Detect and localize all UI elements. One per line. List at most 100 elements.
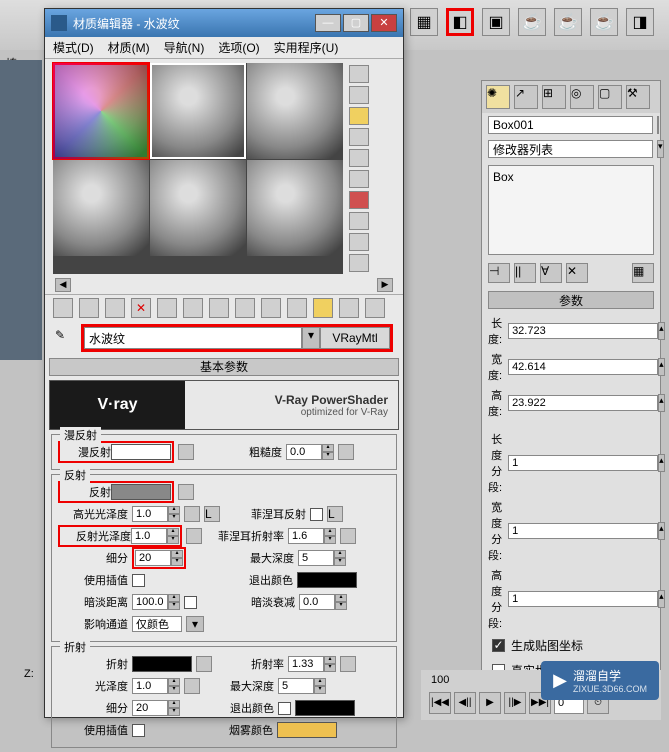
top-tool-3[interactable]: ▣ [482,8,510,36]
max-depth-input[interactable] [298,550,334,566]
titlebar[interactable]: 材质编辑器 - 水波纹 — ▢ ✕ [45,9,403,37]
dim-dist-input[interactable] [132,594,168,610]
top-tool-4[interactable]: ☕ [518,8,546,36]
top-tool-6[interactable]: ☕ [590,8,618,36]
tool-copy[interactable] [157,298,177,318]
roughness-down[interactable]: ▾ [322,452,334,460]
hilight-map[interactable] [184,506,200,522]
side-tool-material-map[interactable] [349,191,369,209]
exit-color[interactable] [297,572,357,588]
r-use-interp-check[interactable] [132,724,145,737]
top-tool-1[interactable]: ▦ [410,8,438,36]
dim-dist-check[interactable] [184,596,197,609]
affect-select[interactable] [132,616,182,632]
fresnel-check[interactable] [310,508,323,521]
object-name-input[interactable] [488,116,653,134]
modifier-stack[interactable]: Box [488,165,654,255]
basic-params-header[interactable]: 基本参数 [49,358,399,376]
gen-uv-check[interactable]: ✓ [492,639,505,652]
tool-show-map[interactable] [261,298,281,318]
prev-frame[interactable]: ◀|| [454,692,476,714]
lseg-input[interactable] [508,455,658,471]
subdiv-input[interactable] [135,550,171,566]
tool-show-end[interactable] [287,298,307,318]
r-subdiv-input[interactable] [132,700,168,716]
tab-display[interactable]: ▢ [598,85,622,109]
side-tool-video[interactable] [349,149,369,167]
scroll-left[interactable]: ◀ [55,278,71,292]
r-gloss-input[interactable] [132,678,168,694]
stack-unique[interactable]: ∀ [540,263,562,283]
modifier-list[interactable] [488,140,653,158]
tool-put[interactable] [79,298,99,318]
use-interp-check[interactable] [132,574,145,587]
diffuse-map[interactable] [178,444,194,460]
stack-item-box[interactable]: Box [493,170,514,184]
menu-utilities[interactable]: 实用程序(U) [274,39,339,56]
menu-material[interactable]: 材质(M) [108,39,150,56]
tool-pick[interactable] [365,298,385,318]
stack-config[interactable]: ▦ [632,263,654,283]
side-tool-sample[interactable] [349,65,369,83]
width-input[interactable] [508,359,658,375]
height-input[interactable] [508,395,658,411]
material-slot-1[interactable] [53,63,149,159]
side-tool-background[interactable] [349,107,369,125]
r-gloss-map[interactable] [184,678,200,694]
tab-modify[interactable]: ↗ [514,85,538,109]
maximize-button[interactable]: ▢ [343,14,369,32]
refract-map[interactable] [196,656,212,672]
r-exit-check[interactable] [278,702,291,715]
r-exit-color[interactable] [295,700,355,716]
tool-assign[interactable] [105,298,125,318]
stack-show[interactable]: || [514,263,536,283]
side-tool-10[interactable] [349,254,369,272]
roughness-map[interactable] [338,444,354,460]
object-color[interactable] [657,116,659,134]
r-ior-map[interactable] [340,656,356,672]
stack-pin[interactable]: ⊣ [488,263,510,283]
reflect-map[interactable] [178,484,194,500]
play[interactable]: ▶ [479,692,501,714]
roughness-input[interactable] [286,444,322,460]
refl-gloss-input[interactable] [131,528,167,544]
stack-remove[interactable]: ✕ [566,263,588,283]
side-tool-8[interactable] [349,212,369,230]
scroll-right[interactable]: ▶ [377,278,393,292]
material-name-dropdown[interactable]: ▾ [302,327,320,349]
length-input[interactable] [508,323,658,339]
fog-color[interactable] [277,722,337,738]
next-frame[interactable]: ||▶ [504,692,526,714]
tab-utilities[interactable]: ⚒ [626,85,650,109]
fresnel-ior-map[interactable] [340,528,356,544]
minimize-button[interactable]: — [315,14,341,32]
hilight-input[interactable] [132,506,168,522]
fresnel-ior-input[interactable] [288,528,324,544]
material-slot-6[interactable] [247,160,343,256]
tool-go-fwd[interactable] [339,298,359,318]
material-type-button[interactable]: VRayMtl [320,327,390,349]
tool-paste[interactable] [183,298,203,318]
wseg-input[interactable] [508,523,658,539]
side-tool-backlight[interactable] [349,86,369,104]
modifier-dd[interactable]: ▾ [657,140,664,158]
tool-make-unique[interactable] [209,298,229,318]
eyedropper-icon[interactable]: ✎ [55,328,75,348]
goto-start[interactable]: |◀◀ [429,692,451,714]
menu-navigate[interactable]: 导航(N) [164,39,205,56]
tool-put-lib[interactable] [235,298,255,318]
tool-go-parent[interactable] [313,298,333,318]
material-slot-4[interactable] [53,160,149,256]
hilight-lock[interactable]: L [204,506,220,522]
top-tool-highlighted[interactable]: ◧ [446,8,474,36]
material-slot-3[interactable] [247,63,343,159]
menu-mode[interactable]: 模式(D) [53,39,94,56]
material-slot-5[interactable] [150,160,246,256]
tab-hierarchy[interactable]: ⊞ [542,85,566,109]
diffuse-color[interactable] [111,444,171,460]
side-tool-options[interactable] [349,170,369,188]
r-ior-input[interactable] [288,656,324,672]
tool-reset[interactable]: ✕ [131,298,151,318]
material-name-input[interactable] [84,327,302,349]
tab-motion[interactable]: ◎ [570,85,594,109]
